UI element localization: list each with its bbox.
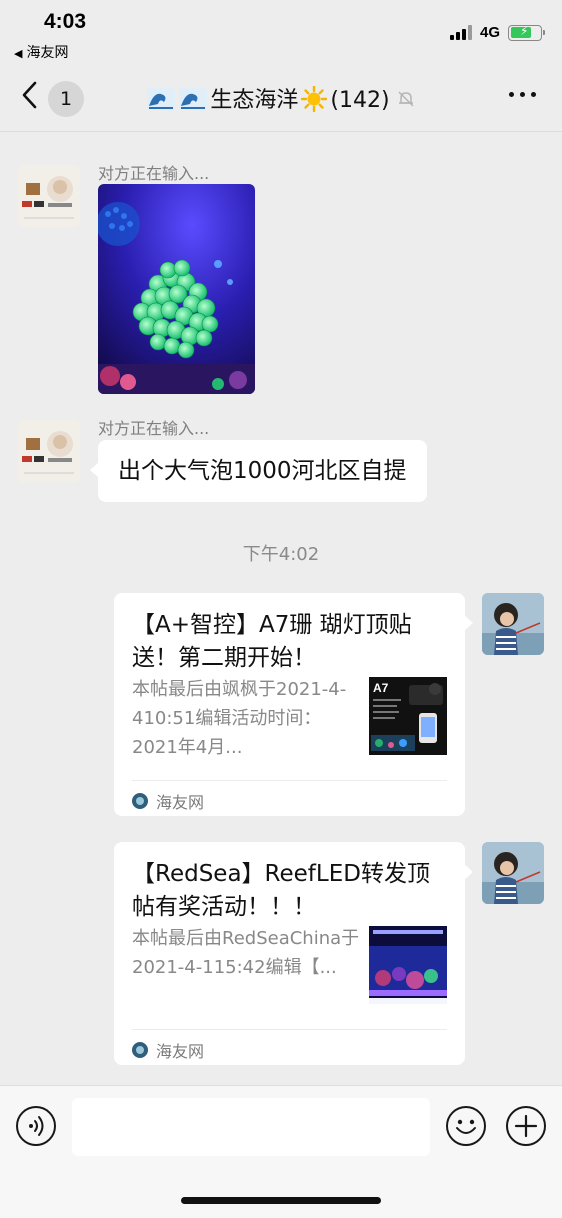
card-thumbnail: A7: [369, 677, 447, 755]
network-type: 4G: [479, 24, 500, 41]
emoji-button[interactable]: [446, 1106, 486, 1146]
avatar-image: [18, 420, 80, 482]
thumb-label: A7: [373, 681, 389, 695]
status-bar: 4:03 ◀ 海友网 4G ⚡: [0, 0, 562, 62]
link-card[interactable]: 【RedSea】ReefLED转发顶帖有奖活动！！！ 本帖最后由RedSeaCh…: [114, 842, 473, 1065]
avatar-image: [482, 593, 544, 655]
image-message[interactable]: [98, 184, 255, 394]
chat-title: 生态海洋 (142): [0, 82, 562, 114]
more-actions-button[interactable]: [506, 1106, 546, 1146]
card-source: 海友网: [132, 789, 204, 813]
my-avatar[interactable]: [482, 593, 544, 655]
battery-icon: ⚡: [508, 24, 545, 41]
status-time: 4:03: [44, 10, 87, 33]
plus-icon: [514, 1114, 538, 1138]
link-card[interactable]: 【A+智控】A7珊 瑚灯顶贴送！第二期开始！ 本帖最后由飒枫于2021-4-41…: [114, 593, 473, 816]
back-app-name: 海友网: [26, 45, 69, 61]
voice-button[interactable]: [16, 1106, 56, 1146]
text-message-bubble[interactable]: 出个大气泡1000河北区自提: [90, 440, 427, 502]
card-source-name: 海友网: [156, 793, 205, 812]
message-timestamp: 下午4:02: [242, 544, 320, 565]
home-indicator[interactable]: [181, 1197, 381, 1204]
wave-emoji-icon: [179, 88, 208, 110]
mute-bell-icon: [398, 91, 414, 107]
more-button[interactable]: [509, 92, 536, 97]
card-description: 本帖最后由飒枫于2021-4-410:51编辑活动时间：2021年4月...: [132, 679, 347, 758]
message-input[interactable]: [72, 1098, 430, 1156]
back-triangle-icon: ◀: [14, 47, 23, 60]
card-description: 本帖最后由RedSeaChina于2021-4-115:42编辑【...: [132, 928, 360, 978]
card-source-name: 海友网: [156, 1042, 205, 1061]
avatar-image: [18, 165, 80, 227]
card-divider: [132, 780, 447, 781]
chat-header: 1 生态海洋 (142): [0, 62, 562, 132]
emoji-icon: [456, 1119, 476, 1134]
sun-emoji-icon: [301, 86, 328, 112]
sender-name: 对方正在输入...: [98, 164, 210, 183]
signal-icon: [449, 25, 472, 40]
avatar-image: [482, 842, 544, 904]
card-thumbnail: [369, 926, 447, 1004]
sender-name: 对方正在输入...: [98, 419, 210, 438]
member-count: (142): [330, 88, 390, 113]
card-title: 【A+智控】A7珊 瑚灯顶贴送！第二期开始！: [132, 612, 412, 671]
source-logo-icon: [132, 1042, 148, 1058]
wave-emoji-icon: [147, 88, 176, 110]
coral-photo: [98, 184, 255, 394]
source-logo-icon: [132, 793, 148, 809]
more-icon: [509, 92, 514, 97]
chat-title-text: 生态海洋: [210, 88, 299, 113]
status-indicators: 4G ⚡: [449, 24, 545, 41]
sender-avatar[interactable]: [18, 420, 80, 482]
voice-icon: [29, 1116, 44, 1136]
my-avatar[interactable]: [482, 842, 544, 904]
card-source: 海友网: [132, 1038, 204, 1062]
sender-avatar[interactable]: [18, 165, 80, 227]
back-to-app-link[interactable]: ◀ 海友网: [14, 42, 68, 62]
card-divider: [132, 1029, 447, 1030]
card-title: 【RedSea】ReefLED转发顶帖有奖活动！！！: [132, 861, 430, 920]
